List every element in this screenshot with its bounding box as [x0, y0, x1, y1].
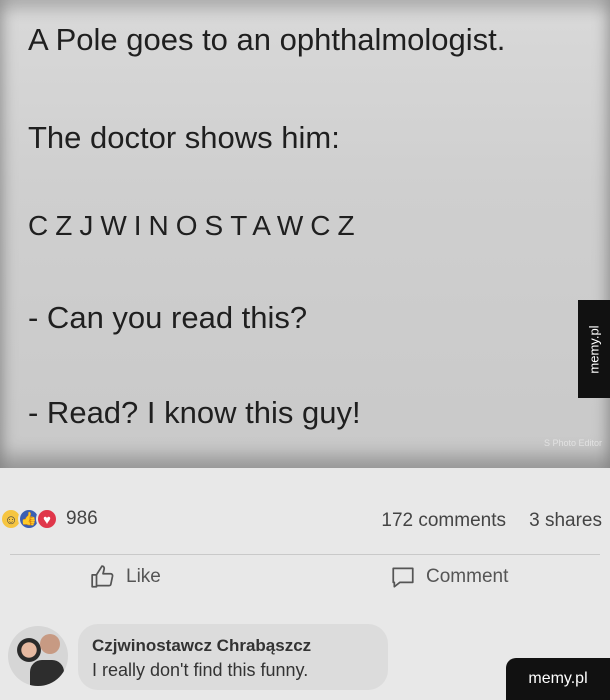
like-button[interactable]: Like [90, 564, 161, 590]
comment-bubble: Czjwinostawcz Chrabąszcz I really don't … [78, 624, 388, 690]
comment-text: I really don't find this funny. [92, 660, 309, 680]
post-photo: A Pole goes to an ophthalmologist. The d… [0, 0, 610, 468]
photo-shading [0, 0, 610, 468]
avatar-face [40, 634, 60, 654]
shares-count-link[interactable]: 3 shares [529, 510, 602, 532]
love-icon: ♥ [36, 508, 58, 530]
comment-label: Comment [426, 566, 509, 587]
side-watermark-text: memy.pl [586, 324, 602, 374]
like-label: Like [126, 566, 161, 587]
corner-watermark: memy.pl [506, 658, 610, 700]
comment-button[interactable]: Comment [390, 564, 508, 590]
divider [10, 554, 600, 555]
reaction-count: 986 [66, 508, 98, 529]
reactions-summary[interactable]: ☺ 👍 ♥ 986 [0, 508, 98, 530]
comments-count-link[interactable]: 172 comments [381, 510, 506, 532]
thumbs-up-icon [91, 565, 114, 588]
facebook-post-footer: ☺ 👍 ♥ 986 172 comments 3 shares Like Com… [0, 468, 610, 700]
side-watermark: memy.pl [578, 300, 610, 398]
avatar-suit [30, 660, 64, 686]
comment-icon [392, 567, 414, 588]
photo-editor-mark: S Photo Editor [543, 438, 602, 448]
commenter-avatar[interactable] [8, 626, 68, 686]
post-actions: Like Comment [0, 564, 610, 604]
commenter-name[interactable]: Czjwinostawcz Chrabąszcz [92, 636, 374, 656]
post-stats: ☺ 👍 ♥ 986 172 comments 3 shares [0, 498, 610, 542]
